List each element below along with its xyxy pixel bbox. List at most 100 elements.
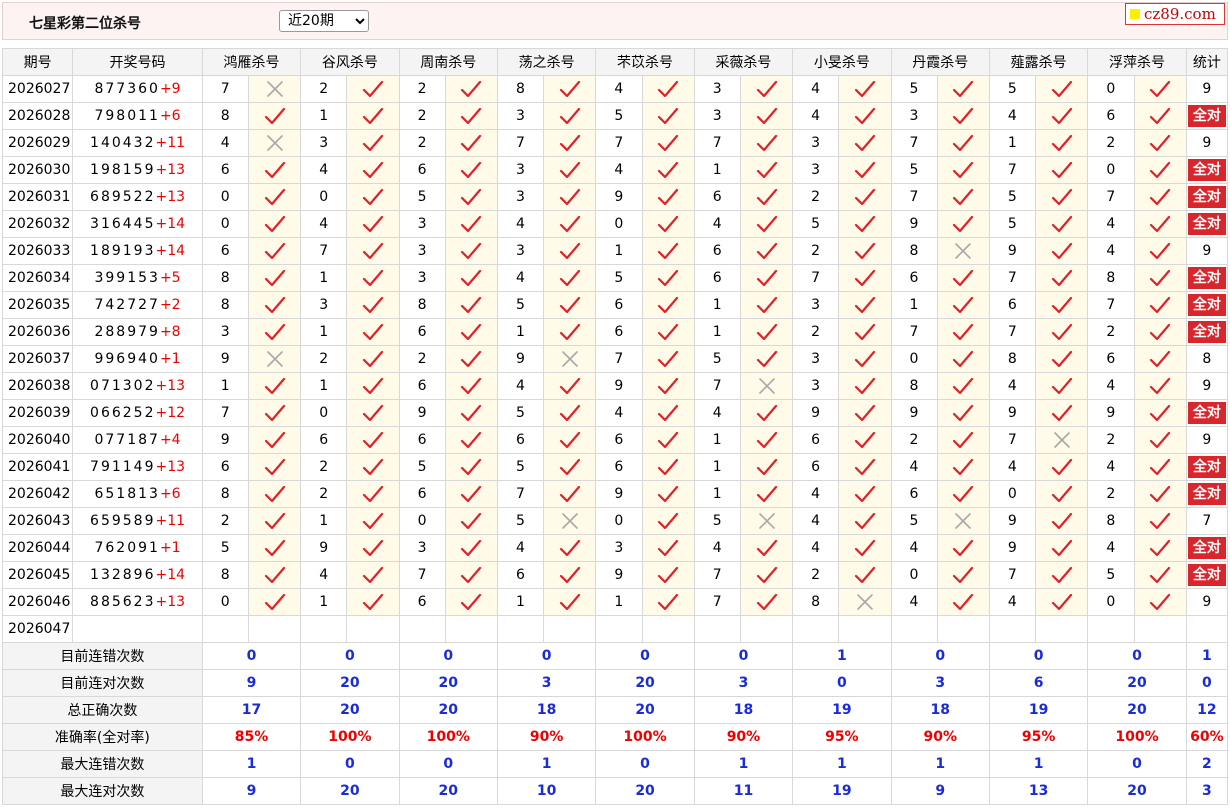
kill-result <box>1133 507 1187 535</box>
kill-result <box>936 561 990 589</box>
kill-result <box>1133 291 1187 319</box>
kill-result <box>346 210 400 238</box>
kill-value: 4 <box>693 534 741 562</box>
check-icon <box>658 566 679 584</box>
summary-value: 100% <box>1087 723 1187 751</box>
kill-result <box>346 237 400 265</box>
check-icon <box>658 134 679 152</box>
kill-value: 1 <box>595 588 643 616</box>
check-icon <box>953 404 974 422</box>
check-icon <box>1051 296 1072 314</box>
kill-value: 7 <box>988 561 1037 589</box>
check-icon <box>461 242 482 260</box>
kill-value: 2 <box>1087 480 1135 508</box>
kill-result <box>444 237 498 265</box>
check-icon <box>953 161 974 179</box>
kill-result <box>1035 534 1089 562</box>
check-icon <box>264 458 285 476</box>
kill-value: 4 <box>792 480 840 508</box>
check-icon <box>362 485 384 503</box>
draw-numbers: 316445+14 <box>72 210 203 238</box>
draw-special-digit: +9 <box>159 81 181 97</box>
kill-result <box>1133 264 1187 292</box>
summary-value: 18 <box>890 696 990 724</box>
check-icon <box>756 134 777 152</box>
kill-value: 1 <box>300 588 348 616</box>
kill-result <box>1035 102 1089 130</box>
check-icon <box>461 107 482 125</box>
check-icon <box>756 566 777 584</box>
kill-result <box>247 129 302 157</box>
kill-value: 4 <box>595 399 643 427</box>
kill-result <box>247 210 302 238</box>
summary-value: 0 <box>595 642 695 670</box>
period-select[interactable]: 近20期 <box>279 10 369 32</box>
table-row: 2026037 996940+1 9 2 2 9 7 5 3 0 8 6 8 <box>1 345 1229 373</box>
kill-value: 7 <box>693 588 741 616</box>
kill-value: 6 <box>201 156 249 184</box>
issue-number: 2026033 <box>1 237 74 265</box>
draw-numbers: 659589+11 <box>72 507 203 535</box>
kill-result <box>1035 210 1089 238</box>
kill-value: 3 <box>496 183 545 211</box>
summary-value: 85% <box>201 723 302 751</box>
check-icon <box>461 377 482 395</box>
kill-result <box>641 75 695 103</box>
check-icon <box>461 539 482 557</box>
summary-value: 20 <box>1087 669 1187 697</box>
current-kill-value: 6 <box>1087 615 1135 643</box>
kill-result <box>1133 372 1187 400</box>
check-icon <box>953 107 974 125</box>
kill-result <box>739 534 794 562</box>
kill-result <box>543 183 597 211</box>
row-stat: 全对 <box>1185 561 1229 589</box>
check-icon <box>1051 242 1072 260</box>
draw-main-digits: 066252 <box>90 405 156 421</box>
kill-result <box>1133 210 1187 238</box>
kill-result <box>247 426 302 454</box>
row-stat: 9 <box>1185 237 1229 265</box>
kill-number-table: 期号 开奖号码 鸿雁杀号 谷风杀号 周南杀号 荡之杀号 芣苡杀号 采薇杀号 小旻杀号 丹霞杀号… <box>1 48 1229 805</box>
summary-value: 0 <box>398 642 498 670</box>
check-icon <box>461 512 482 530</box>
draw-special-digit: +14 <box>155 216 186 232</box>
summary-total: 2 <box>1185 750 1229 778</box>
check-icon <box>1149 107 1171 125</box>
table-row: 2026046 885623+13 0 1 6 1 1 7 8 4 4 0 9 <box>1 588 1229 616</box>
kill-value: 4 <box>1087 210 1135 238</box>
check-icon <box>953 215 974 233</box>
check-icon <box>264 296 285 314</box>
check-icon <box>362 566 384 584</box>
kill-value: 3 <box>890 102 938 130</box>
summary-value: 9 <box>201 777 302 805</box>
draw-numbers: 189193+14 <box>72 237 203 265</box>
draw-numbers: 288979+8 <box>72 318 203 346</box>
kill-result <box>936 453 990 481</box>
issue-number: 2026032 <box>1 210 74 238</box>
kill-result <box>247 372 302 400</box>
table-body: 2026027 877360+9 7 2 2 8 4 3 4 5 5 0 9 2026028 798011+… <box>1 75 1229 805</box>
draw-special-digit: +14 <box>155 567 186 583</box>
kill-value: 2 <box>792 561 840 589</box>
kill-result <box>739 102 794 130</box>
kill-result <box>444 291 498 319</box>
draw-main-digits: 288979 <box>94 324 160 340</box>
check-icon <box>559 458 580 476</box>
current-kill-empty <box>838 615 892 643</box>
site-logo[interactable]: cz89.com <box>1125 3 1225 25</box>
summary-value: 90% <box>496 723 597 751</box>
kill-result <box>543 129 597 157</box>
check-icon <box>559 485 580 503</box>
kill-result <box>247 183 302 211</box>
check-icon <box>461 296 482 314</box>
kill-result <box>641 237 695 265</box>
kill-value: 7 <box>890 318 938 346</box>
kill-result <box>346 561 400 589</box>
kill-result <box>543 345 597 373</box>
kill-value: 6 <box>1087 345 1135 373</box>
check-icon <box>854 80 876 98</box>
row-stat: 9 <box>1185 426 1229 454</box>
draw-main-digits: 659589 <box>90 513 156 529</box>
kill-value: 6 <box>201 453 249 481</box>
check-icon <box>264 593 285 611</box>
